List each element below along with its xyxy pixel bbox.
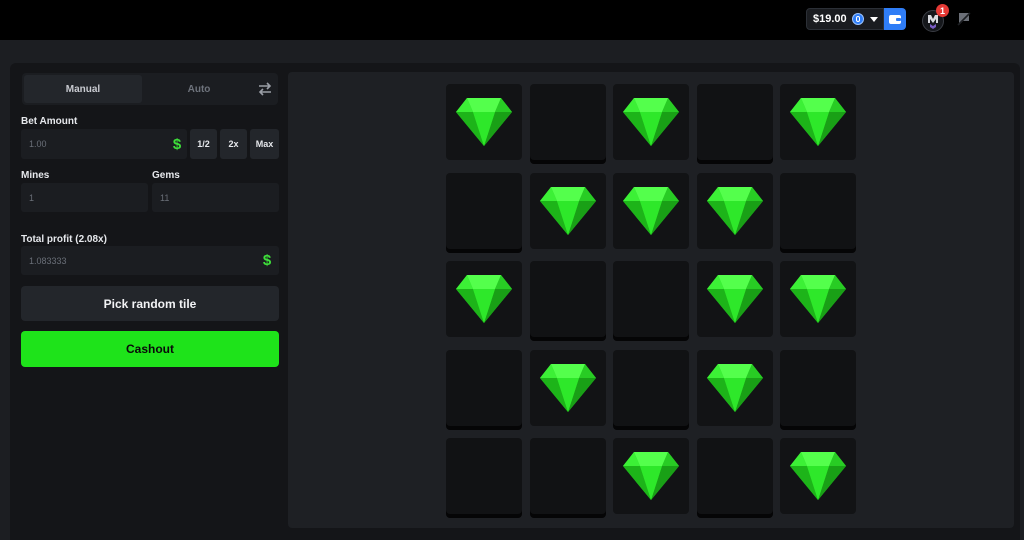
chevron-down-icon[interactable]: [869, 16, 878, 22]
balance-display[interactable]: $19.00: [806, 8, 884, 30]
tile-hidden[interactable]: [613, 261, 689, 337]
tile-hidden[interactable]: [780, 349, 856, 426]
wallet-widget[interactable]: $19.00: [806, 8, 906, 30]
swap-icon[interactable]: [256, 80, 274, 98]
gem-icon: [622, 185, 680, 237]
tile-hidden[interactable]: [529, 261, 606, 337]
bet-amount-input[interactable]: 1.00: [21, 129, 187, 159]
tile-gem[interactable]: [446, 84, 522, 160]
tab-auto[interactable]: Auto: [144, 75, 254, 103]
tile-gem[interactable]: [780, 261, 856, 337]
tile-gem[interactable]: [613, 172, 689, 249]
total-profit-label: Total profit (2.08x): [21, 234, 107, 245]
tile-gem[interactable]: [696, 261, 773, 337]
tile-hidden[interactable]: [529, 84, 606, 160]
tab-manual[interactable]: Manual: [24, 75, 142, 103]
tile-hidden[interactable]: [446, 172, 522, 249]
gem-icon: [622, 96, 680, 148]
gems-label: Gems: [152, 170, 180, 181]
tile-gem[interactable]: [446, 261, 522, 337]
top-bar: $19.00 1: [0, 0, 1024, 40]
total-profit-input: 1.083333: [21, 246, 279, 275]
gem-icon: [706, 185, 764, 237]
tile-gem[interactable]: [613, 84, 689, 160]
bet-sidebar: Manual Auto Bet Amount 1.00 $ 1/2 2x Max…: [10, 63, 288, 540]
tile-gem[interactable]: [696, 349, 773, 426]
tile-gem[interactable]: [696, 172, 773, 249]
tile-hidden[interactable]: [446, 438, 522, 514]
dollar-icon: $: [262, 251, 272, 269]
tile-gem[interactable]: [529, 172, 606, 249]
gem-icon: [706, 362, 764, 414]
mines-label: Mines: [21, 170, 50, 181]
wallet-button[interactable]: [884, 8, 906, 30]
cashout-button[interactable]: Cashout: [21, 331, 279, 367]
tile-gem[interactable]: [780, 438, 856, 514]
wallet-icon: [889, 15, 901, 24]
pick-random-tile-button[interactable]: Pick random tile: [21, 286, 279, 321]
gem-icon: [455, 96, 513, 148]
dollar-icon: $: [172, 135, 182, 153]
half-bet-button[interactable]: 1/2: [190, 129, 217, 159]
max-bet-button[interactable]: Max: [250, 129, 279, 159]
tile-gem[interactable]: [780, 84, 856, 160]
chat-icon[interactable]: [957, 12, 971, 26]
tile-hidden[interactable]: [780, 172, 856, 249]
gem-icon: [539, 185, 597, 237]
tile-hidden[interactable]: [446, 349, 522, 426]
tile-hidden[interactable]: [529, 438, 606, 514]
tile-hidden[interactable]: [613, 349, 689, 426]
gem-icon: [622, 450, 680, 502]
gem-icon: [789, 273, 847, 325]
gems-input: 11: [152, 183, 279, 212]
double-bet-button[interactable]: 2x: [220, 129, 247, 159]
mines-input[interactable]: 1: [21, 183, 148, 212]
gem-icon: [455, 273, 513, 325]
balance-amount: $19.00: [813, 13, 847, 25]
gem-icon: [789, 96, 847, 148]
tile-hidden[interactable]: [696, 438, 773, 514]
mines-board: [288, 72, 1014, 528]
tile-hidden[interactable]: [696, 84, 773, 160]
tile-gem[interactable]: [529, 349, 606, 426]
mode-tabs: Manual Auto: [22, 73, 278, 105]
coin-icon: [851, 13, 864, 25]
tile-gem[interactable]: [613, 438, 689, 514]
gem-icon: [539, 362, 597, 414]
notification-badge: 1: [936, 4, 949, 17]
gem-icon: [706, 273, 764, 325]
bet-amount-label: Bet Amount: [21, 116, 78, 127]
gem-icon: [789, 450, 847, 502]
